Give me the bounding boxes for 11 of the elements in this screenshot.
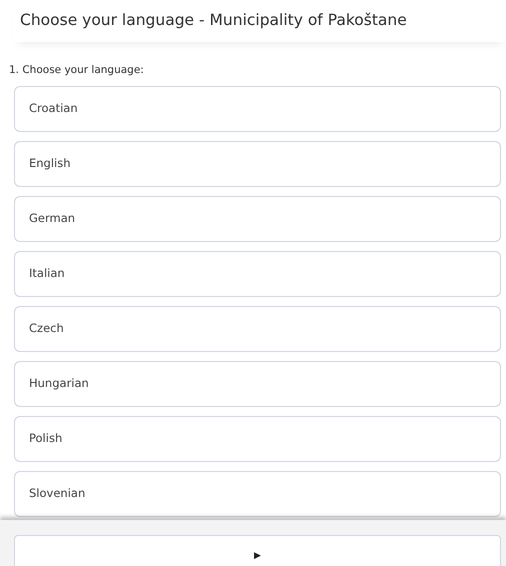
page-title: Choose your language - Municipality of Pakoštane [20, 11, 407, 29]
next-button[interactable]: ▶ [14, 535, 501, 566]
question-label: 1. Choose your language: [8, 63, 144, 78]
language-option[interactable]: Slovenian [14, 470, 501, 517]
language-option[interactable]: Hungarian [14, 360, 501, 407]
language-option[interactable]: Polish [14, 416, 501, 462]
language-option[interactable]: Czech [14, 306, 501, 352]
language-option[interactable]: Croatian [14, 86, 501, 132]
language-option[interactable]: English [14, 140, 501, 187]
language-option[interactable]: Italian [14, 250, 501, 297]
language-option[interactable]: German [14, 196, 501, 242]
